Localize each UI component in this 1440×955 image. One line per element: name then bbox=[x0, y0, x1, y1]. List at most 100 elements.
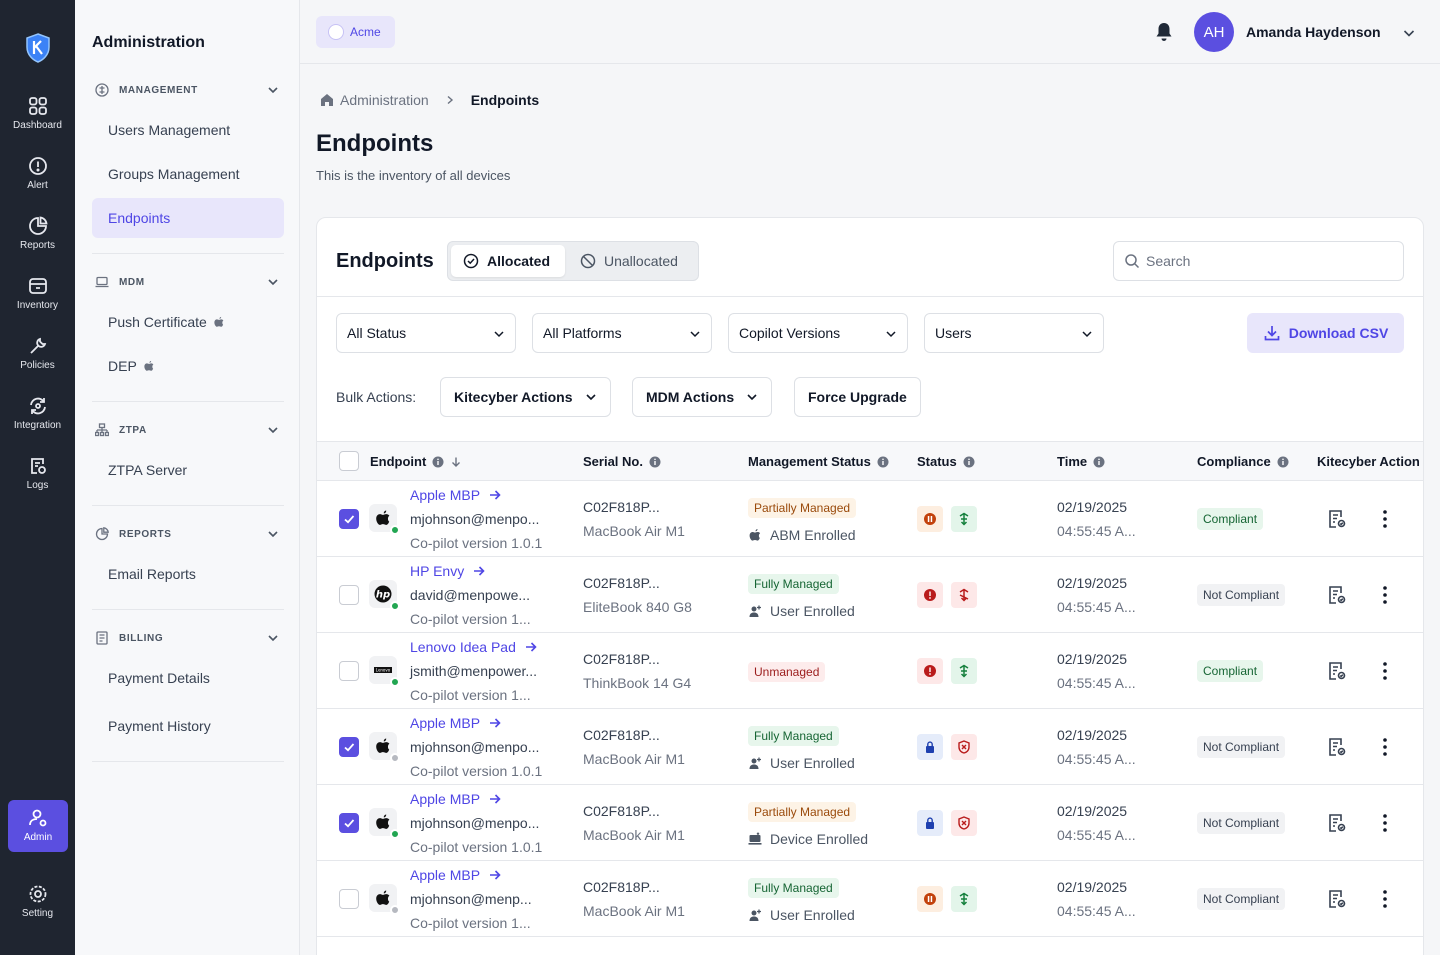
more-vertical-icon[interactable] bbox=[1381, 509, 1389, 529]
rail-item-admin[interactable]: Admin bbox=[8, 800, 68, 852]
policy-document-icon[interactable] bbox=[1326, 508, 1348, 530]
status-indicator[interactable] bbox=[917, 506, 943, 532]
row-checkbox[interactable] bbox=[339, 889, 359, 909]
filter-users[interactable]: Users bbox=[924, 313, 1104, 353]
policy-document-icon[interactable] bbox=[1326, 736, 1348, 758]
serial-number: C02F818P... bbox=[583, 727, 660, 743]
bell-icon[interactable] bbox=[1153, 21, 1175, 43]
filter-label: All Status bbox=[347, 325, 407, 341]
table-row[interactable]: Apple MBP mjohnson@menpo... Co-pilot ver… bbox=[317, 709, 1423, 785]
more-vertical-icon[interactable] bbox=[1381, 585, 1389, 605]
column-endpoint[interactable]: Endpoint bbox=[370, 454, 462, 469]
endpoint-link[interactable]: Lenovo Idea Pad bbox=[410, 639, 537, 655]
row-checkbox[interactable] bbox=[339, 585, 359, 605]
check-icon bbox=[344, 819, 355, 828]
endpoint-link[interactable]: Apple MBP bbox=[410, 715, 501, 731]
sidebar-item-payment-history[interactable]: Payment History bbox=[92, 706, 284, 746]
status-indicator[interactable] bbox=[951, 810, 977, 836]
org-switcher[interactable]: Acme bbox=[316, 16, 395, 48]
presence-dot bbox=[390, 905, 400, 915]
status-indicator[interactable] bbox=[917, 734, 943, 760]
user-name[interactable]: Amanda Haydenson bbox=[1246, 24, 1381, 40]
filter-platforms[interactable]: All Platforms bbox=[532, 313, 712, 353]
policy-document-icon[interactable] bbox=[1326, 660, 1348, 682]
button-label: Force Upgrade bbox=[808, 389, 907, 405]
more-vertical-icon[interactable] bbox=[1381, 813, 1389, 833]
status-indicator[interactable] bbox=[917, 658, 943, 684]
row-checkbox[interactable] bbox=[339, 661, 359, 681]
more-vertical-icon[interactable] bbox=[1381, 889, 1389, 909]
endpoint-link[interactable]: Apple MBP bbox=[410, 791, 501, 807]
filter-copilot-versions[interactable]: Copilot Versions bbox=[728, 313, 908, 353]
kitecyber-logo-icon[interactable] bbox=[25, 33, 51, 63]
tab-unallocated[interactable]: Unallocated bbox=[568, 245, 690, 277]
tab-allocated[interactable]: Allocated bbox=[451, 245, 565, 277]
status-indicator[interactable] bbox=[917, 582, 943, 608]
sidebar-item-users-management[interactable]: Users Management bbox=[92, 110, 284, 150]
section-billing-header[interactable]: BILLING bbox=[95, 628, 285, 648]
sort-down-icon[interactable] bbox=[450, 456, 462, 468]
select-all-checkbox[interactable] bbox=[339, 451, 359, 471]
rail-item-alert[interactable]: Alert bbox=[0, 156, 75, 191]
endpoint-link[interactable]: Apple MBP bbox=[410, 487, 501, 503]
search-input[interactable]: Search bbox=[1113, 241, 1404, 281]
row-checkbox[interactable] bbox=[339, 813, 359, 833]
serial-number: C02F818P... bbox=[583, 651, 660, 667]
check-icon bbox=[344, 743, 355, 752]
status-indicator[interactable] bbox=[917, 810, 943, 836]
policy-document-icon[interactable] bbox=[1326, 888, 1348, 910]
dashboard-icon bbox=[28, 97, 47, 115]
table-row[interactable]: hp HP Envy david@menpowe... Co-pilot ver… bbox=[317, 557, 1423, 633]
section-mdm-header[interactable]: MDM bbox=[95, 272, 285, 292]
sidebar-item-ztpa-server[interactable]: ZTPA Server bbox=[92, 450, 284, 490]
status-indicator[interactable] bbox=[951, 582, 977, 608]
sidebar-item-push-certificate[interactable]: Push Certificate bbox=[92, 302, 284, 342]
more-vertical-icon[interactable] bbox=[1381, 661, 1389, 681]
sidebar-item-dep[interactable]: DEP bbox=[92, 346, 284, 386]
table-row[interactable]: Apple MBP mjohnson@menpo... Co-pilot ver… bbox=[317, 785, 1423, 861]
kitecyber-actions-button[interactable]: Kitecyber Actions bbox=[440, 377, 611, 417]
policy-document-icon[interactable] bbox=[1326, 584, 1348, 606]
rail-item-setting[interactable]: Setting bbox=[0, 884, 75, 919]
rail-item-policies[interactable]: Policies bbox=[0, 336, 75, 371]
management-status-badge: Unmanaged bbox=[748, 662, 826, 682]
status-indicator[interactable] bbox=[951, 886, 977, 912]
status-indicator[interactable] bbox=[951, 658, 977, 684]
rail-item-integration[interactable]: Integration bbox=[0, 396, 75, 431]
rail-item-logs[interactable]: Logs bbox=[0, 456, 75, 491]
rail-item-reports[interactable]: Reports bbox=[0, 216, 75, 251]
row-checkbox[interactable] bbox=[339, 737, 359, 757]
endpoint-link[interactable]: Apple MBP bbox=[410, 867, 501, 883]
avatar[interactable]: AH bbox=[1194, 12, 1234, 52]
check-icon bbox=[344, 515, 355, 524]
section-ztpa-header[interactable]: ZTPA bbox=[95, 420, 285, 440]
endpoint-link[interactable]: HP Envy bbox=[410, 563, 485, 579]
info-icon bbox=[963, 456, 975, 467]
chevron-down-icon[interactable] bbox=[1402, 26, 1416, 40]
rail-item-dashboard[interactable]: Dashboard bbox=[0, 96, 75, 131]
force-upgrade-button[interactable]: Force Upgrade bbox=[794, 377, 921, 417]
more-vertical-icon[interactable] bbox=[1381, 737, 1389, 757]
breadcrumb-parent[interactable]: Administration bbox=[340, 92, 429, 108]
endpoint-version: Co-pilot version 1... bbox=[410, 611, 531, 627]
section-management-header[interactable]: MANAGEMENT bbox=[95, 80, 285, 100]
table-row[interactable]: Apple MBP mjohnson@menp... Co-pilot vers… bbox=[317, 861, 1423, 937]
sidebar-item-payment-details[interactable]: Payment Details bbox=[92, 658, 284, 698]
status-indicator[interactable] bbox=[951, 506, 977, 532]
table-row[interactable]: Lenovo Lenovo Idea Pad jsmith@menpower..… bbox=[317, 633, 1423, 709]
mdm-actions-button[interactable]: MDM Actions bbox=[632, 377, 773, 417]
table-row[interactable]: Apple MBP mjohnson@menpo... Co-pilot ver… bbox=[317, 481, 1423, 557]
row-checkbox[interactable] bbox=[339, 509, 359, 529]
download-csv-button[interactable]: Download CSV bbox=[1247, 313, 1404, 353]
status-indicator[interactable] bbox=[917, 886, 943, 912]
rail-item-inventory[interactable]: Inventory bbox=[0, 276, 75, 311]
filter-status[interactable]: All Status bbox=[336, 313, 516, 353]
status-alert-icon bbox=[924, 589, 936, 601]
sidebar-item-endpoints[interactable]: Endpoints bbox=[92, 198, 284, 238]
apple-icon bbox=[214, 316, 224, 327]
status-indicator[interactable] bbox=[951, 734, 977, 760]
section-reports-header[interactable]: REPORTS bbox=[95, 524, 285, 544]
sidebar-item-groups-management[interactable]: Groups Management bbox=[92, 154, 284, 194]
policy-document-icon[interactable] bbox=[1326, 812, 1348, 834]
sidebar-item-email-reports[interactable]: Email Reports bbox=[92, 554, 284, 594]
